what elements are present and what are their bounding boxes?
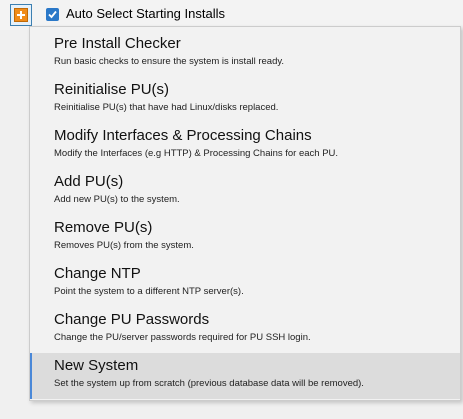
menu-item-new-system[interactable]: New System Set the system up from scratc… — [30, 353, 460, 399]
menu-item-change-ntp[interactable]: Change NTP Point the system to a differe… — [30, 261, 460, 307]
menu-item-remove-pu[interactable]: Remove PU(s) Removes PU(s) from the syst… — [30, 215, 460, 261]
menu-item-title: Reinitialise PU(s) — [54, 81, 170, 98]
menu-item-reinitialise-pu[interactable]: Reinitialise PU(s) Reinitialise PU(s) th… — [30, 77, 460, 123]
menu-item-change-pu-passwords[interactable]: Change PU Passwords Change the PU/server… — [30, 307, 460, 353]
menu-item-description: Set the system up from scratch (previous… — [54, 378, 364, 389]
menu-item-description: Change the PU/server passwords required … — [54, 332, 311, 343]
dropdown-menu: Pre Install Checker Run basic checks to … — [29, 26, 461, 401]
menu-item-description: Modify the Interfaces (e.g HTTP) & Proce… — [54, 148, 339, 159]
menu-item-description: Reinitialise PU(s) that have had Linux/d… — [54, 102, 279, 113]
menu-item-modify-interfaces[interactable]: Modify Interfaces & Processing Chains Mo… — [30, 123, 460, 169]
menu-item-description: Add new PU(s) to the system. — [54, 194, 180, 205]
menu-item-title: Change PU Passwords — [54, 311, 210, 328]
menu-item-description: Point the system to a different NTP serv… — [54, 286, 244, 297]
menu-item-description: Run basic checks to ensure the system is… — [54, 56, 285, 67]
menu-item-description: Removes PU(s) from the system. — [54, 240, 194, 251]
plus-icon — [14, 8, 28, 22]
auto-select-checkbox[interactable] — [46, 8, 59, 21]
add-menu-button[interactable] — [10, 4, 32, 26]
menu-item-title: Add PU(s) — [54, 173, 124, 190]
menu-item-title: Modify Interfaces & Processing Chains — [54, 127, 312, 144]
page: Auto Select Starting Installs Pre Instal… — [0, 0, 463, 419]
menu-item-title: Change NTP — [54, 265, 141, 282]
menu-item-title: New System — [54, 357, 139, 374]
checkmark-icon — [48, 10, 57, 19]
menu-item-title: Remove PU(s) — [54, 219, 153, 236]
menu-item-pre-install-checker[interactable]: Pre Install Checker Run basic checks to … — [30, 31, 460, 77]
auto-select-label: Auto Select Starting Installs — [66, 6, 225, 21]
menu-item-add-pu[interactable]: Add PU(s) Add new PU(s) to the system. — [30, 169, 460, 215]
menu-item-title: Pre Install Checker — [54, 35, 181, 52]
